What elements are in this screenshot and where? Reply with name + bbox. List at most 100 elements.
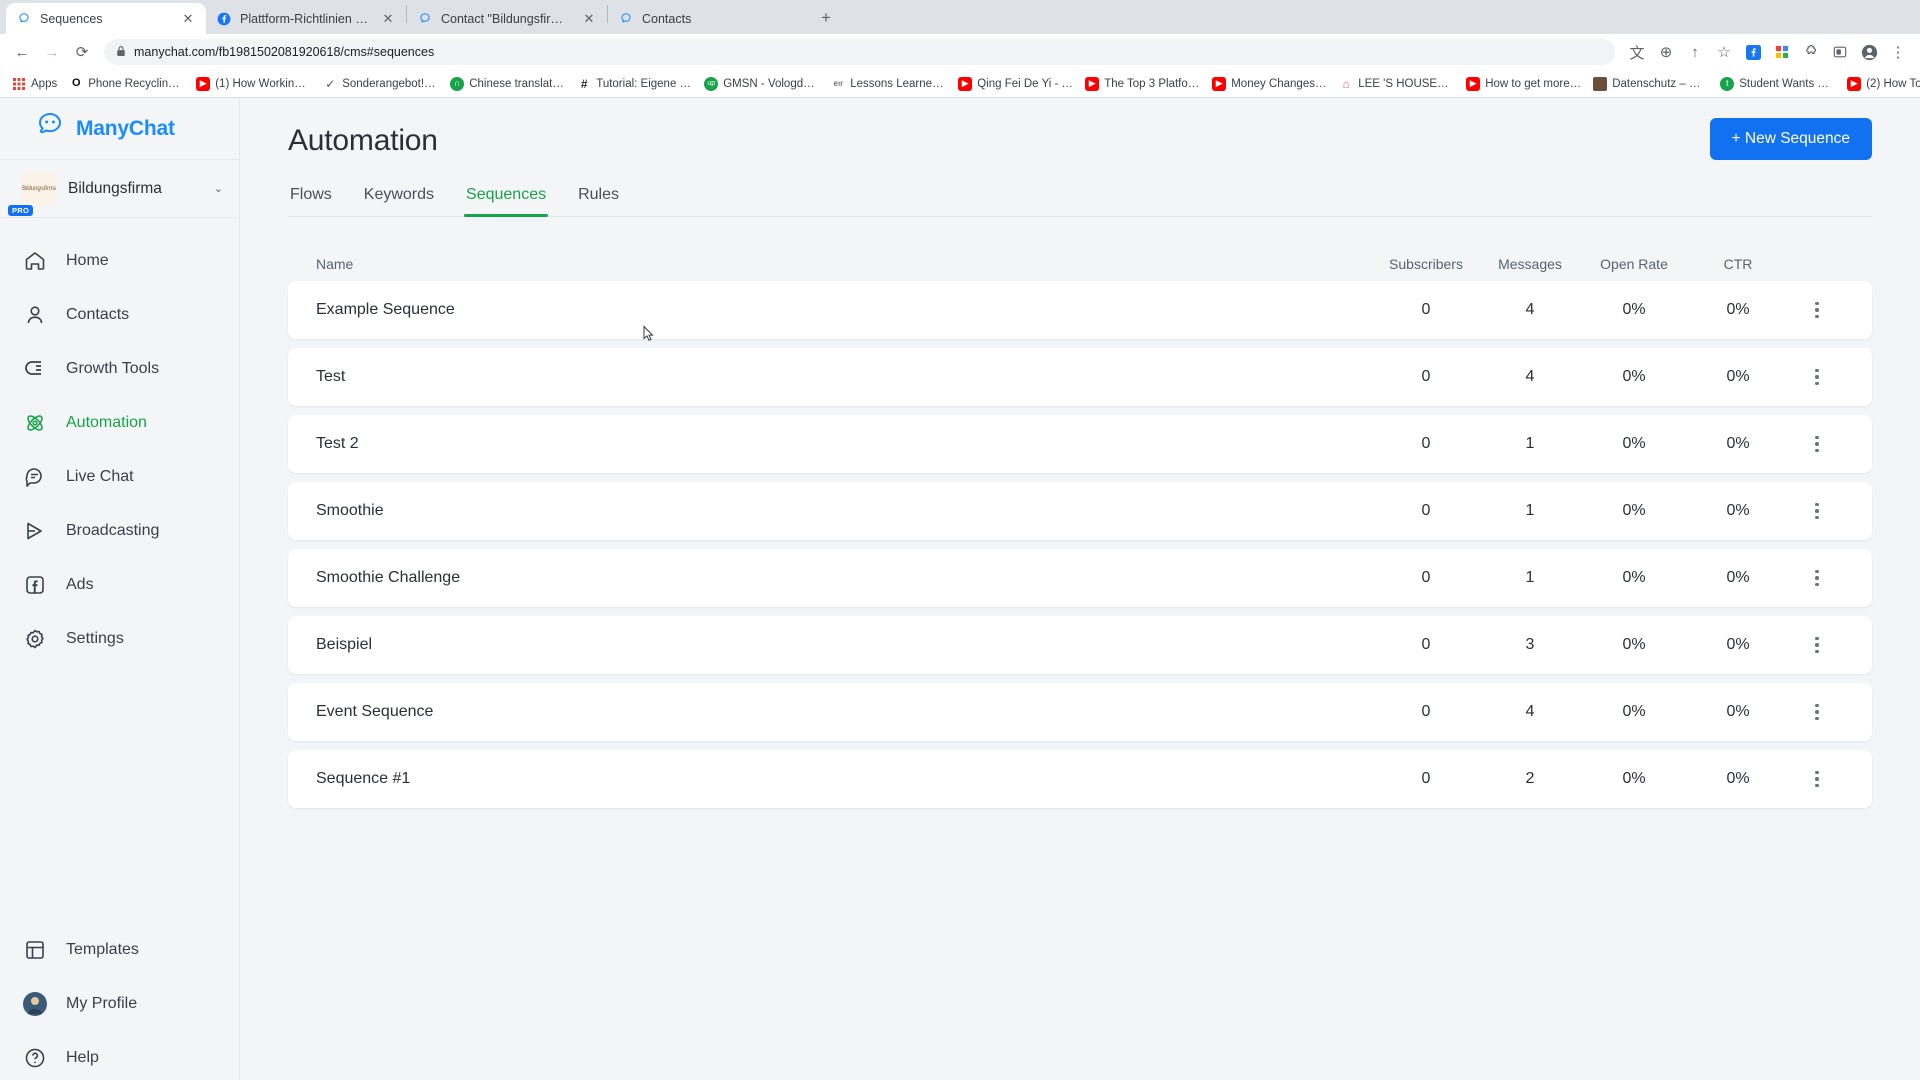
bookmark-star-icon[interactable]: ☆ <box>1710 38 1738 66</box>
account-switcher[interactable]: Bildungsfirma PRO Bildungsfirma ⌄ <box>0 160 239 218</box>
bookmark-top-3-platforms[interactable]: ▶ The Top 3 Platfor... <box>1079 74 1206 94</box>
sidebar-footer: Templates My Profile Help <box>0 923 239 1080</box>
sidebar-item-live-chat[interactable]: Live Chat <box>0 450 239 504</box>
sequence-messages: 1 <box>1525 569 1535 586</box>
row-menu-button[interactable] <box>1790 301 1844 319</box>
sequence-name: Event Sequence <box>316 703 434 720</box>
table-row[interactable]: Sequence #1 0 2 0% 0% <box>288 750 1872 808</box>
brand-logo[interactable]: ManyChat <box>0 98 239 160</box>
browser-tab-contacts[interactable]: Contacts <box>608 3 808 34</box>
sequence-subscribers: 0 <box>1421 368 1431 385</box>
row-menu-button[interactable] <box>1790 703 1844 721</box>
kebab-icon <box>1790 703 1844 721</box>
sidebar-nav: Home Contacts Growth Tools Automation Li… <box>0 218 239 923</box>
chrome-menu-icon[interactable]: ⋮ <box>1884 38 1912 66</box>
chevron-down-icon[interactable]: ⌄ <box>214 182 223 195</box>
facebook-extension-icon[interactable] <box>1739 38 1767 66</box>
bookmark-apps[interactable]: Apps <box>6 74 63 94</box>
new-sequence-button[interactable]: + New Sequence <box>1709 118 1872 160</box>
table-row[interactable]: Test 2 0 1 0% 0% <box>288 415 1872 473</box>
tab-rules[interactable]: Rules <box>576 180 621 216</box>
bookmark-datenschutz[interactable]: Datenschutz – Re... <box>1587 74 1714 94</box>
tab-close-icon[interactable]: ✕ <box>180 11 196 27</box>
bookmark-money-changes[interactable]: ▶ Money Changes E... <box>1206 74 1333 94</box>
table-row[interactable]: Smoothie Challenge 0 1 0% 0% <box>288 549 1872 607</box>
bookmark-tutorial-eigene-fa[interactable]: # Tutorial: Eigene Fa... <box>571 74 698 94</box>
table-row[interactable]: Event Sequence 0 4 0% 0% <box>288 683 1872 741</box>
sidebar-item-my-profile[interactable]: My Profile <box>0 977 239 1031</box>
tab-sequences[interactable]: Sequences <box>464 180 549 217</box>
manychat-icon <box>618 11 634 27</box>
reload-icon[interactable]: ⟳ <box>68 38 96 66</box>
bookmark-how-to-get-more-views[interactable]: ▶ How to get more v... <box>1460 74 1587 94</box>
new-tab-button[interactable]: + <box>812 4 840 32</box>
row-menu-button[interactable] <box>1790 636 1844 654</box>
sidebar-item-help[interactable]: Help <box>0 1031 239 1080</box>
sidebar-item-label: Contacts <box>66 306 130 323</box>
sidebar-item-label: Home <box>66 252 109 269</box>
sidebar-item-home[interactable]: Home <box>0 234 239 288</box>
sequence-subscribers: 0 <box>1421 569 1431 586</box>
column-header-subscribers: Subscribers <box>1389 256 1463 272</box>
zoom-icon[interactable]: ⊕ <box>1652 38 1680 66</box>
window-extension-icon[interactable] <box>1826 38 1854 66</box>
table-row[interactable]: Smoothie 0 1 0% 0% <box>288 482 1872 540</box>
row-menu-button[interactable] <box>1790 569 1844 587</box>
sequence-open-rate: 0% <box>1622 502 1646 519</box>
lock-icon <box>116 45 126 60</box>
sequence-subscribers: 0 <box>1421 770 1431 787</box>
row-menu-button[interactable] <box>1790 435 1844 453</box>
sidebar-item-broadcasting[interactable]: Broadcasting <box>0 504 239 558</box>
sidebar-item-settings[interactable]: Settings <box>0 612 239 666</box>
bookmark-chinese-translation[interactable]: ∩ Chinese translatio... <box>444 74 571 94</box>
tab-close-icon[interactable]: ✕ <box>581 11 597 27</box>
table-row[interactable]: Beispiel 0 3 0% 0% <box>288 616 1872 674</box>
sidebar-item-automation[interactable]: Automation <box>0 396 239 450</box>
bookmark-label: GMSN - Vologda,... <box>723 77 820 90</box>
row-menu-button[interactable] <box>1790 770 1844 788</box>
bookmark-how-to-add-a[interactable]: ▶ (2) How To Add A... <box>1841 74 1920 94</box>
sidebar-item-growth-tools[interactable]: Growth Tools <box>0 342 239 396</box>
sidebar-item-ads[interactable]: Ads <box>0 558 239 612</box>
text-favicon-icon: eır <box>833 78 843 88</box>
row-menu-button[interactable] <box>1790 368 1844 386</box>
sequence-name: Smoothie Challenge <box>316 569 461 586</box>
bookmark-how-working[interactable]: ▶ (1) How Working a... <box>190 74 317 94</box>
sidebar-item-contacts[interactable]: Contacts <box>0 288 239 342</box>
bookmark-lessons-learned[interactable]: eır Lessons Learned f... <box>825 74 952 94</box>
row-menu-button[interactable] <box>1790 502 1844 520</box>
bookmark-label: Qing Fei De Yi - Y... <box>977 77 1074 90</box>
bookmark-lees-house[interactable]: ⌂ LEE 'S HOUSE—... <box>1333 74 1460 94</box>
bookmark-sonderangebot[interactable]: ✓ Sonderangebot! |... <box>317 74 444 94</box>
manychat-icon <box>417 11 433 27</box>
table-row[interactable]: Test 0 4 0% 0% <box>288 348 1872 406</box>
sequence-open-rate: 0% <box>1622 703 1646 720</box>
account-name: Bildungsfirma <box>68 179 162 197</box>
translate-icon[interactable]: 文 <box>1623 38 1651 66</box>
kebab-icon <box>1790 435 1844 453</box>
bookmark-student-wants[interactable]: t Student Wants an... <box>1714 74 1841 94</box>
tab-keywords[interactable]: Keywords <box>362 180 436 216</box>
bookmark-gmsn-vologda[interactable]: up GMSN - Vologda,... <box>698 74 825 94</box>
back-icon[interactable]: ← <box>8 38 36 66</box>
table-row[interactable]: Example Sequence 0 4 0% 0% <box>288 281 1872 339</box>
profile-avatar-icon[interactable] <box>1855 38 1883 66</box>
apps-grid-icon <box>12 77 26 91</box>
address-bar-url: manychat.com/fb1981502081920618/cms#sequ… <box>134 45 435 59</box>
browser-tab-plattform-richtlinien[interactable]: Plattform-Richtlinien – Übersic ✕ <box>206 3 406 34</box>
address-bar[interactable]: manychat.com/fb1981502081920618/cms#sequ… <box>104 39 1615 65</box>
share-icon[interactable]: ↑ <box>1681 38 1709 66</box>
bookmark-qing-fei-de-yi[interactable]: ▶ Qing Fei De Yi - Y... <box>952 74 1079 94</box>
forward-icon[interactable]: → <box>38 38 66 66</box>
bookmark-phone-recycling[interactable]: O Phone Recycling,... <box>63 74 190 94</box>
sidebar-item-templates[interactable]: Templates <box>0 923 239 977</box>
chat-bubble-icon <box>22 464 48 490</box>
browser-tab-sequences[interactable]: Sequences ✕ <box>6 3 206 34</box>
tab-close-icon[interactable]: ✕ <box>380 11 396 27</box>
youtube-icon: ▶ <box>1847 76 1862 91</box>
sequence-messages: 4 <box>1525 301 1535 318</box>
tab-flows[interactable]: Flows <box>288 180 334 216</box>
browser-tab-contact-bildungsfirma[interactable]: Contact "Bildungsfirma" throug ✕ <box>407 3 607 34</box>
grid-extension-icon[interactable] <box>1768 38 1796 66</box>
puzzle-extension-icon[interactable] <box>1797 38 1825 66</box>
